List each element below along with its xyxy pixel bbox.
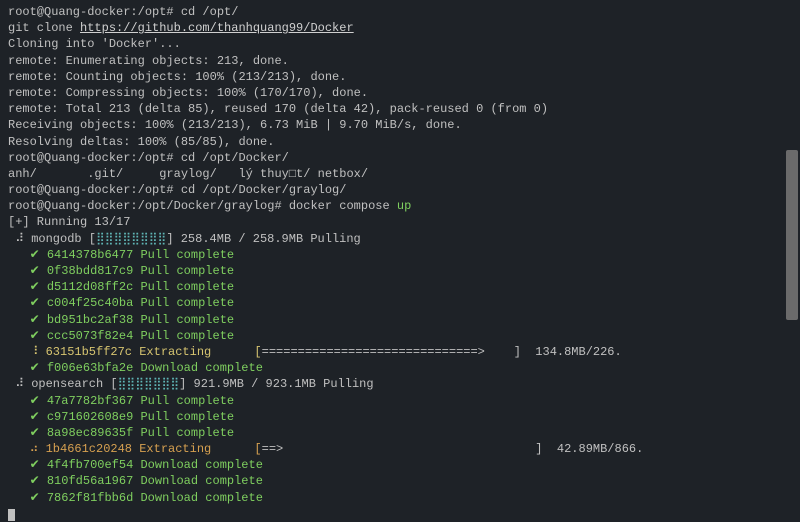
cursor-icon — [8, 509, 15, 521]
running-status: [+] Running 13/17 — [8, 214, 792, 230]
cmd-docker-compose: docker compose — [289, 199, 397, 213]
repo-url[interactable]: https://github.com/thanhquang99/Docker — [80, 21, 354, 35]
layer-extracting: ⠴ 1b4661c20248 Extracting [==> ] 42.89MB… — [8, 441, 792, 457]
prompt: root@Quang-docker:/opt/Docker/graylog# — [8, 199, 289, 213]
layer-complete: ✔ 6414378b6477 Pull complete — [8, 247, 792, 263]
prompt: root@Quang-docker:/opt# — [8, 183, 181, 197]
layer-extracting: ⠸ 63151b5ff27c Extracting [=============… — [8, 344, 792, 360]
prompt-line: root@Quang-docker:/opt# cd /opt/Docker/g… — [8, 182, 792, 198]
remote-line: remote: Enumerating objects: 213, done. — [8, 53, 792, 69]
service-label: ⠼ opensearch [ — [8, 377, 118, 391]
cloning-line: Cloning into 'Docker'... — [8, 36, 792, 52]
cmd-cd-docker: cd /opt/Docker/ — [181, 151, 289, 165]
progress-bar-icon: ⣿⣿⣿⣿⣿⣿⣿⣿ — [96, 232, 166, 246]
service-progress-text: ] 921.9MB / 923.1MB Pulling — [179, 377, 373, 391]
layer-download-complete: ✔ 810fd56a1967 Download complete — [8, 473, 792, 489]
extracting-size: ] 42.89MB/866. — [283, 442, 643, 456]
layer-download-complete: ✔ 4f4fb700ef54 Download complete — [8, 457, 792, 473]
extracting-label: ⠴ 1b4661c20248 Extracting [ — [8, 442, 262, 456]
layer-complete: ✔ bd951bc2af38 Pull complete — [8, 312, 792, 328]
ls-output: anh/ .git/ graylog/ lý thuy□t/ netbox/ — [8, 166, 792, 182]
git-clone-cmd: git clone — [8, 21, 80, 35]
prompt: root@Quang-docker:/opt# — [8, 151, 181, 165]
progress-bar-icon: ⣿⣿⣿⣿⣿⣿⣿ — [118, 377, 180, 391]
progress-arrow-icon: ==> — [262, 442, 284, 456]
layer-complete: ✔ d5112d08ff2c Pull complete — [8, 279, 792, 295]
cmd-cd-graylog: cd /opt/Docker/graylog/ — [181, 183, 347, 197]
layer-download-complete: ✔ 7862f81fbb6d Download complete — [8, 490, 792, 506]
layer-complete: ✔ c971602608e9 Pull complete — [8, 409, 792, 425]
cmd-up: up — [397, 199, 411, 213]
remote-line: remote: Total 213 (delta 85), reused 170… — [8, 101, 792, 117]
layer-complete: ✔ 0f38bdd817c9 Pull complete — [8, 263, 792, 279]
extracting-size: ] 134.8MB/226. — [485, 345, 622, 359]
scrollbar-thumb[interactable] — [786, 150, 798, 320]
prompt-line: root@Quang-docker:/opt# cd /opt/ — [8, 4, 792, 20]
resolving-line: Resolving deltas: 100% (85/85), done. — [8, 134, 792, 150]
service-label: ⠼ mongodb [ — [8, 232, 96, 246]
git-clone-line: git clone https://github.com/thanhquang9… — [8, 20, 792, 36]
layer-complete: ✔ 47a7782bf367 Pull complete — [8, 393, 792, 409]
service-mongodb: ⠼ mongodb [⣿⣿⣿⣿⣿⣿⣿⣿] 258.4MB / 258.9MB P… — [8, 231, 792, 247]
prompt: root@Quang-docker:/opt# — [8, 5, 181, 19]
service-opensearch: ⠼ opensearch [⣿⣿⣿⣿⣿⣿⣿] 921.9MB / 923.1MB… — [8, 376, 792, 392]
layer-complete: ✔ 8a98ec89635f Pull complete — [8, 425, 792, 441]
prompt-line: root@Quang-docker:/opt/Docker/graylog# d… — [8, 198, 792, 214]
extracting-label: ⠸ 63151b5ff27c Extracting [ — [8, 345, 262, 359]
layer-complete: ✔ ccc5073f82e4 Pull complete — [8, 328, 792, 344]
receiving-line: Receiving objects: 100% (213/213), 6.73 … — [8, 117, 792, 133]
layer-download-complete: ✔ f006e63bfa2e Download complete — [8, 360, 792, 376]
prompt-line: root@Quang-docker:/opt# cd /opt/Docker/ — [8, 150, 792, 166]
cursor-line[interactable] — [8, 506, 792, 522]
remote-line: remote: Compressing objects: 100% (170/1… — [8, 85, 792, 101]
remote-line: remote: Counting objects: 100% (213/213)… — [8, 69, 792, 85]
progress-arrow-icon: ==============================> — [262, 345, 485, 359]
service-progress-text: ] 258.4MB / 258.9MB Pulling — [166, 232, 360, 246]
cmd-cd: cd /opt/ — [181, 5, 239, 19]
layer-complete: ✔ c004f25c40ba Pull complete — [8, 295, 792, 311]
